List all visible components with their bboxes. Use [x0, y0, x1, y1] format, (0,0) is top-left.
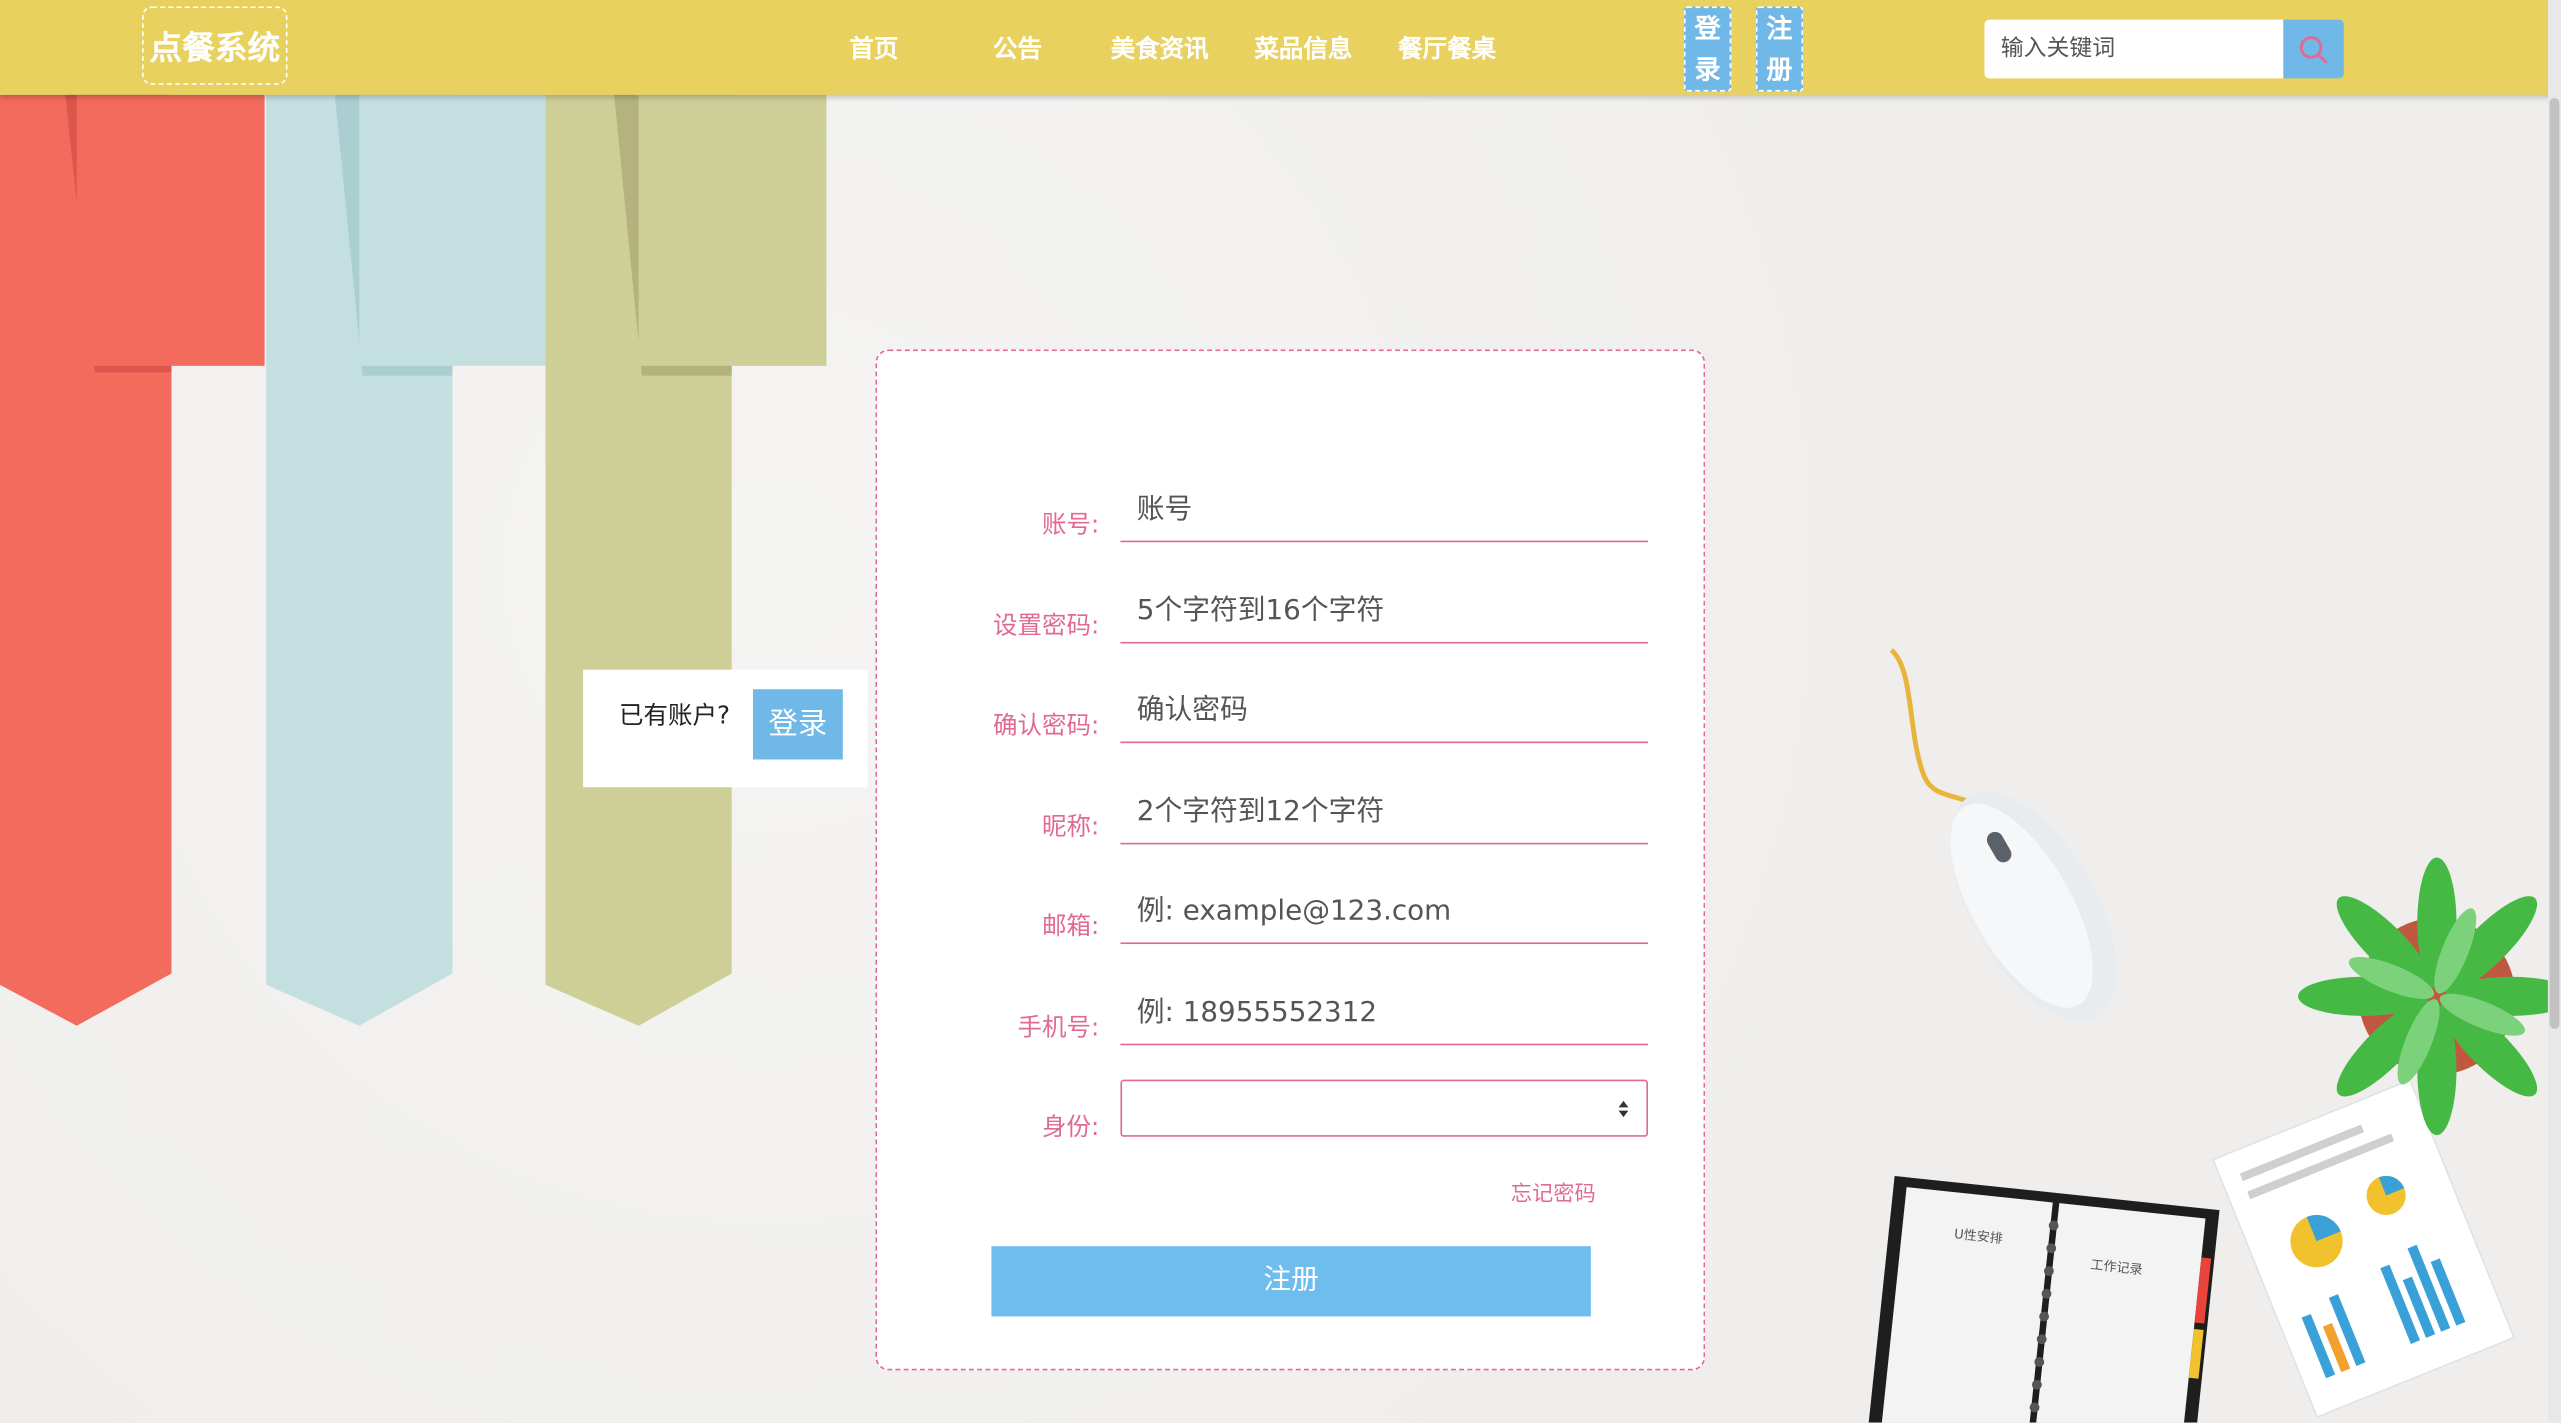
identity-row: 身份: [877, 1079, 1707, 1155]
phone-row: 手机号: [877, 979, 1707, 1055]
identity-label: 身份: [1041, 1112, 1100, 1142]
notebook-icon: U性安排 工作记录 [1865, 1175, 2220, 1423]
existing-account-text: 已有账户? [619, 700, 731, 731]
search-button[interactable] [2283, 19, 2344, 79]
scrollbar-thumb[interactable] [2549, 97, 2560, 1029]
phone-label: 手机号: [1017, 1012, 1100, 1043]
nickname-row: 昵称: [877, 779, 1707, 854]
phone-input[interactable] [1120, 979, 1648, 1046]
register-form-card: 账号: 设置密码: 确认密码: 昵称: 邮箱: 手机号: 身份: [875, 349, 1707, 1371]
mouse-icon [1950, 791, 2117, 1022]
forgot-password-link[interactable]: 忘记密码 [1511, 1176, 1596, 1207]
password-row: 设置密码: [877, 578, 1707, 653]
account-input[interactable] [1120, 476, 1648, 543]
header-register-label-2: 册 [1766, 53, 1793, 85]
existing-account-panel: 已有账户? 登录 [583, 669, 868, 788]
page-scrollbar[interactable] [2547, 0, 2561, 1423]
report-sheet-icon [2212, 1079, 2516, 1419]
nav-food-news[interactable]: 美食资讯 [1111, 31, 1209, 67]
site-logo[interactable]: 点餐系统 [142, 6, 288, 85]
confirm-password-row: 确认密码: [877, 677, 1707, 753]
confirm-password-label: 确认密码: [992, 710, 1100, 740]
account-row: 账号: [877, 476, 1707, 552]
header-register-button[interactable]: 注 册 [1755, 6, 1804, 92]
nav-announcement[interactable]: 公告 [993, 31, 1042, 67]
confirm-password-input[interactable] [1120, 677, 1648, 744]
desk-illustration: U性安排 工作记录 [1865, 648, 2548, 1423]
email-row: 邮箱: [877, 878, 1707, 954]
search-icon [2299, 36, 2328, 64]
nav-restaurant-tables[interactable]: 餐厅餐桌 [1398, 31, 1496, 67]
select-updown-icon [1618, 1100, 1629, 1118]
nickname-label: 昵称: [1041, 811, 1100, 842]
password-input[interactable] [1120, 578, 1648, 644]
page: 点餐系统 首页 公告 美食资讯 菜品信息 餐厅餐桌 登 录 注 册 输入关键词 … [0, 0, 2561, 1423]
search-input[interactable] [1984, 19, 2284, 79]
header-register-label-1: 注 [1766, 13, 1793, 45]
header-login-button[interactable]: 登 录 [1683, 6, 1732, 92]
nav-dish-info[interactable]: 菜品信息 [1254, 31, 1352, 67]
nickname-input[interactable] [1120, 779, 1648, 845]
email-label: 邮箱: [1041, 911, 1100, 941]
email-input[interactable] [1120, 878, 1648, 945]
register-submit-button[interactable]: 注册 [991, 1246, 1591, 1317]
side-login-button[interactable]: 登录 [752, 689, 843, 760]
top-navbar: 点餐系统 首页 公告 美食资讯 菜品信息 餐厅餐桌 登 录 注 册 [0, 0, 2561, 95]
password-label: 设置密码: [992, 610, 1100, 641]
header-login-label-1: 登 [1694, 13, 1721, 45]
header-login-label-2: 录 [1694, 53, 1721, 85]
nav-home[interactable]: 首页 [849, 31, 898, 67]
identity-select[interactable] [1120, 1079, 1648, 1137]
account-label: 账号: [1041, 509, 1100, 539]
plant-icon [2298, 857, 2548, 1136]
decorative-ribbons [0, 94, 827, 1026]
